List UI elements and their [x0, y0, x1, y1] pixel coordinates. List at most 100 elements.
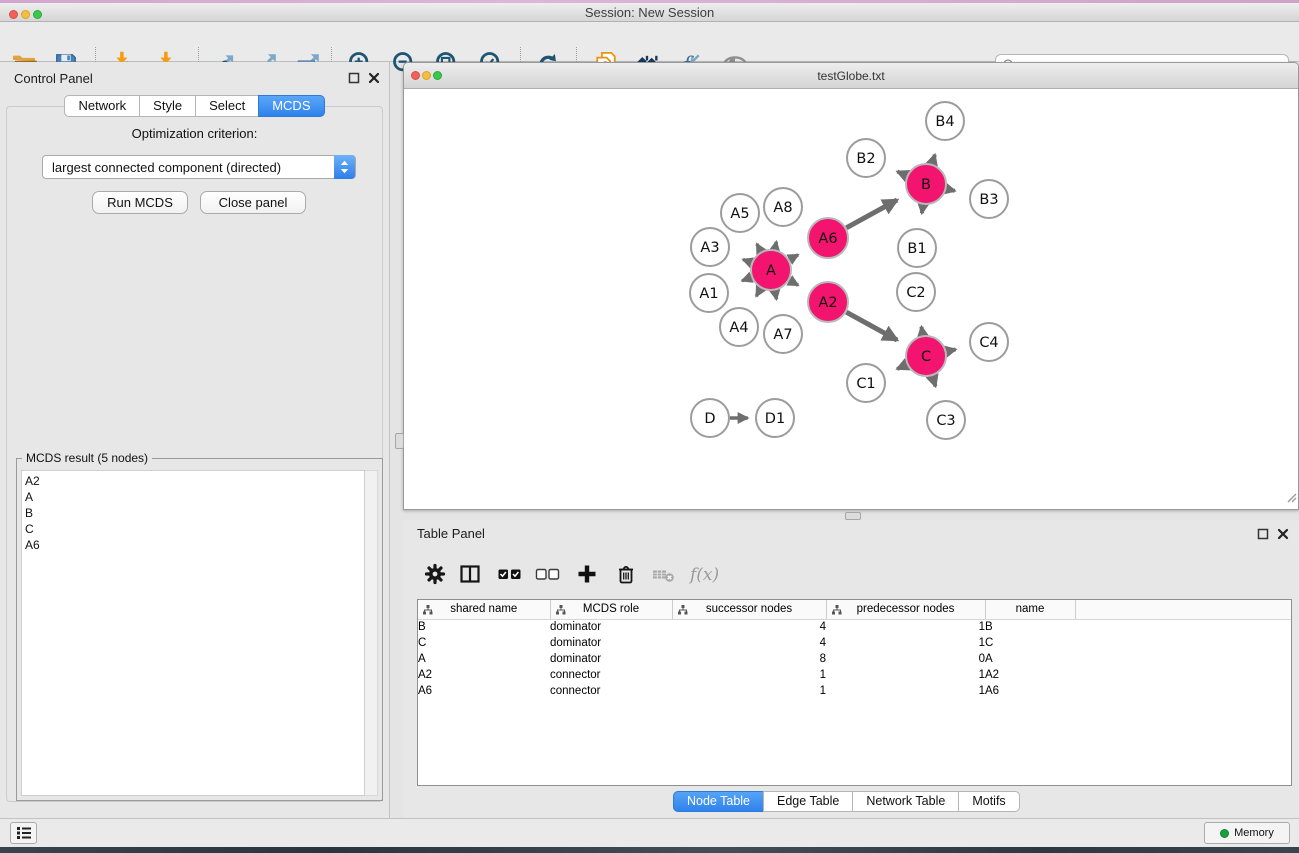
table-cell[interactable]: connector: [550, 683, 672, 699]
control-tab-network[interactable]: Network: [64, 95, 140, 117]
zoom-traffic-light[interactable]: [33, 10, 42, 19]
graph-node-A4[interactable]: A4: [720, 308, 758, 346]
table-cell[interactable]: 8: [672, 651, 826, 667]
dropdown-stepper-icon[interactable]: [334, 155, 355, 179]
graph-edge-A-A1[interactable]: [742, 277, 751, 280]
minimize-traffic-light[interactable]: [21, 10, 30, 19]
graph-node-B1[interactable]: B1: [898, 229, 936, 267]
network-canvas[interactable]: AA1A2A3A4A5A6A7A8BB1B2B3B4CC1C2C3C4DD1: [404, 90, 1298, 509]
graph-node-D[interactable]: D: [691, 399, 729, 437]
table-cell[interactable]: 1: [826, 667, 985, 683]
column-header-name[interactable]: name: [985, 600, 1075, 619]
mcds-result-list[interactable]: A2ABCA6: [21, 470, 365, 796]
graph-node-D1[interactable]: D1: [756, 399, 794, 437]
function-builder-icon[interactable]: f(x): [687, 560, 725, 588]
graph-node-A8[interactable]: A8: [764, 188, 802, 226]
float-panel-icon[interactable]: [348, 71, 360, 83]
graph-edge-B-B1[interactable]: [922, 205, 923, 213]
mcds-result-item[interactable]: C: [25, 521, 364, 537]
mcds-result-item[interactable]: A2: [25, 473, 364, 489]
control-tab-select[interactable]: Select: [195, 95, 259, 117]
run-mcds-button[interactable]: Run MCDS: [92, 191, 188, 214]
table-cell[interactable]: A: [985, 651, 1075, 667]
graph-edge-C-C1[interactable]: [897, 365, 907, 369]
graph-edge-A2-C[interactable]: [846, 312, 897, 340]
table-row[interactable]: Cdominator41C: [418, 635, 1291, 651]
graph-edge-A-A6[interactable]: [789, 255, 798, 260]
table-close-panel-icon[interactable]: [1277, 527, 1289, 539]
graph-node-A2[interactable]: A2: [808, 282, 848, 322]
split-columns-icon[interactable]: [456, 560, 484, 588]
table-float-panel-icon[interactable]: [1257, 527, 1269, 539]
graph-edge-A-A5[interactable]: [757, 244, 761, 252]
mcds-result-scrollbar[interactable]: [365, 470, 378, 796]
mcds-result-item[interactable]: B: [25, 505, 364, 521]
graph-node-A7[interactable]: A7: [764, 315, 802, 353]
table-cell[interactable]: 4: [672, 619, 826, 635]
table-cell[interactable]: B: [418, 619, 550, 635]
delete-trash-icon[interactable]: [612, 560, 640, 588]
graph-edge-C-C4[interactable]: [946, 349, 955, 351]
table-cell[interactable]: A6: [985, 683, 1075, 699]
table-cell[interactable]: 1: [672, 683, 826, 699]
table-tab-motifs[interactable]: Motifs: [958, 791, 1019, 812]
graph-edge-A-A4[interactable]: [756, 288, 760, 296]
graph-node-A5[interactable]: A5: [721, 194, 759, 232]
column-header-shared-name[interactable]: shared name: [418, 600, 550, 619]
table-settings-gear-icon[interactable]: [421, 560, 449, 588]
graph-edge-C-C3[interactable]: [932, 376, 935, 386]
close-panel-button[interactable]: Close panel: [200, 191, 306, 214]
graph-edge-A-A3[interactable]: [743, 259, 751, 262]
network-zoom-traffic-light[interactable]: [433, 71, 442, 80]
table-cell[interactable]: 1: [672, 667, 826, 683]
memory-button[interactable]: Memory: [1204, 822, 1290, 844]
select-all-checkboxes-icon[interactable]: [496, 560, 524, 588]
mcds-result-item[interactable]: A6: [25, 537, 364, 553]
control-tab-mcds[interactable]: MCDS: [258, 95, 324, 117]
graph-node-C3[interactable]: C3: [927, 401, 965, 439]
column-header-MCDS-role[interactable]: MCDS role: [550, 600, 672, 619]
graph-node-C2[interactable]: C2: [897, 273, 935, 311]
network-close-traffic-light[interactable]: [411, 71, 420, 80]
graph-node-C1[interactable]: C1: [847, 364, 885, 402]
task-history-button[interactable]: [10, 822, 37, 844]
close-panel-icon[interactable]: [368, 71, 380, 83]
column-header-successor-nodes[interactable]: successor nodes: [672, 600, 826, 619]
table-cell[interactable]: 1: [826, 683, 985, 699]
table-row[interactable]: Adominator80A: [418, 651, 1291, 667]
graph-node-B2[interactable]: B2: [847, 139, 885, 177]
graph-node-B[interactable]: B: [906, 164, 946, 204]
table-cell[interactable]: dominator: [550, 619, 672, 635]
table-cell[interactable]: C: [985, 635, 1075, 651]
table-cell[interactable]: 1: [826, 635, 985, 651]
close-traffic-light[interactable]: [9, 10, 18, 19]
table-cell[interactable]: 1: [826, 619, 985, 635]
graph-node-A6[interactable]: A6: [808, 218, 848, 258]
table-cell[interactable]: A2: [985, 667, 1075, 683]
table-cell[interactable]: C: [418, 635, 550, 651]
graph-edge-C-C2[interactable]: [921, 327, 922, 335]
graph-edge-B-B3[interactable]: [946, 189, 954, 191]
vertical-divider-grip[interactable]: [395, 433, 404, 449]
graph-node-C4[interactable]: C4: [970, 323, 1008, 361]
table-cell[interactable]: connector: [550, 667, 672, 683]
table-cell[interactable]: A2: [418, 667, 550, 683]
graph-node-B3[interactable]: B3: [970, 180, 1008, 218]
column-header-predecessor-nodes[interactable]: predecessor nodes: [826, 600, 985, 619]
graph-node-A3[interactable]: A3: [691, 228, 729, 266]
table-cell[interactable]: A: [418, 651, 550, 667]
mcds-result-item[interactable]: A: [25, 489, 364, 505]
table-cell[interactable]: dominator: [550, 651, 672, 667]
table-cell[interactable]: 4: [672, 635, 826, 651]
table-cell[interactable]: B: [985, 619, 1075, 635]
graph-edge-A6-B[interactable]: [846, 200, 897, 228]
graph-edge-A-A8[interactable]: [775, 242, 776, 250]
table-cell[interactable]: 0: [826, 651, 985, 667]
table-cell[interactable]: dominator: [550, 635, 672, 651]
horizontal-divider-grip[interactable]: [845, 512, 861, 520]
table-tab-network-table[interactable]: Network Table: [852, 791, 959, 812]
graph-edge-A-A7[interactable]: [775, 291, 777, 300]
table-row[interactable]: A2connector11A2: [418, 667, 1291, 683]
graph-node-B4[interactable]: B4: [926, 102, 964, 140]
table-row[interactable]: A6connector11A6: [418, 683, 1291, 699]
